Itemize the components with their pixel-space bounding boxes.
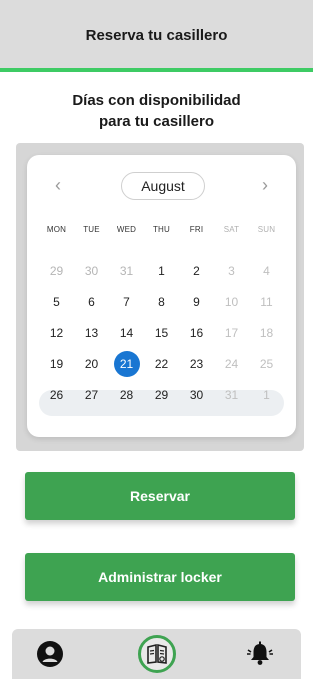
calendar-day[interactable]: 15 xyxy=(144,317,179,348)
app-header: Reserva tu casillero xyxy=(0,0,313,72)
bottom-navigation xyxy=(12,629,301,679)
calendar-day[interactable]: 20 xyxy=(74,348,109,379)
calendar-day-selected[interactable]: 21 xyxy=(109,348,144,379)
availability-heading-line1: Días con disponibilidad xyxy=(72,92,241,109)
page-title: Reserva tu casillero xyxy=(85,26,228,44)
calendar-day: 31 xyxy=(119,263,134,278)
calendar-day: 25 xyxy=(259,356,274,371)
calendar-day[interactable]: 5 xyxy=(39,286,74,317)
nav-alerts[interactable] xyxy=(240,629,280,679)
reserve-button[interactable]: Reservar xyxy=(25,472,295,520)
weekday-label: THU xyxy=(152,225,171,234)
calendar-day[interactable]: 14 xyxy=(109,317,144,348)
calendar-day[interactable]: 8 xyxy=(144,286,179,317)
calendar-day[interactable]: 1 xyxy=(144,255,179,286)
month-selector[interactable]: August xyxy=(121,172,205,200)
reserve-button-label: Reservar xyxy=(130,488,190,504)
weekday-header: MON TUE WED THU FRI SAT SUN xyxy=(39,225,284,234)
calendar-day: 4 xyxy=(263,263,270,278)
bell-alert-icon xyxy=(247,641,273,665)
calendar-day[interactable]: 26 xyxy=(39,379,74,410)
weekday-label: WED xyxy=(116,225,137,234)
weekday-label: MON xyxy=(46,225,67,234)
calendar: ‹ August › MON TUE WED THU FRI SAT SUN 2… xyxy=(27,155,296,437)
calendar-day: 29 xyxy=(49,263,64,278)
weekday-label: SUN xyxy=(257,225,276,234)
calendar-navigation: ‹ August › xyxy=(27,172,296,202)
locker-book-icon xyxy=(147,643,167,664)
manage-locker-button[interactable]: Administrar locker xyxy=(25,553,295,601)
availability-heading-line2: para tu casillero xyxy=(98,113,215,130)
calendar-day: 3 xyxy=(228,263,235,278)
calendar-day[interactable]: 30 xyxy=(179,379,214,410)
calendar-day[interactable]: 12 xyxy=(39,317,74,348)
calendar-day[interactable]: 7 xyxy=(109,286,144,317)
calendar-day[interactable]: 23 xyxy=(179,348,214,379)
calendar-day: 11 xyxy=(260,294,273,309)
calendar-day: 17 xyxy=(224,325,239,340)
chevron-left-icon[interactable]: ‹ xyxy=(55,175,61,196)
calendar-day: 18 xyxy=(259,325,274,340)
calendar-day[interactable]: 29 xyxy=(144,379,179,410)
calendar-day[interactable]: 16 xyxy=(179,317,214,348)
calendar-day: 24 xyxy=(224,356,239,371)
calendar-day: 31 xyxy=(224,387,239,402)
calendar-day: 30 xyxy=(84,263,99,278)
weekday-label: SAT xyxy=(223,225,240,234)
calendar-day[interactable]: 13 xyxy=(74,317,109,348)
calendar-day[interactable]: 27 xyxy=(74,379,109,410)
user-circle-icon xyxy=(37,641,63,667)
calendar-day: 10 xyxy=(224,294,239,309)
calendar-day[interactable]: 28 xyxy=(109,379,144,410)
day-grid: 29 30 31 1 2 3 4 5 6 7 8 9 10 11 12 13 1… xyxy=(39,255,284,410)
weekday-label: TUE xyxy=(83,225,100,234)
calendar-day[interactable]: 19 xyxy=(39,348,74,379)
availability-heading: Días con disponibilidad para tu casiller… xyxy=(0,90,313,132)
nav-profile[interactable] xyxy=(30,629,70,679)
calendar-day: 1 xyxy=(263,387,270,402)
calendar-day[interactable]: 9 xyxy=(179,286,214,317)
nav-locker-active-ring xyxy=(138,635,176,673)
weekday-label: FRI xyxy=(189,225,204,234)
chevron-right-icon[interactable]: › xyxy=(262,175,268,196)
manage-locker-button-label: Administrar locker xyxy=(98,569,222,585)
month-label: August xyxy=(141,178,185,194)
calendar-day[interactable]: 22 xyxy=(144,348,179,379)
calendar-day[interactable]: 2 xyxy=(179,255,214,286)
calendar-day[interactable]: 6 xyxy=(74,286,109,317)
nav-locker[interactable] xyxy=(130,629,184,679)
